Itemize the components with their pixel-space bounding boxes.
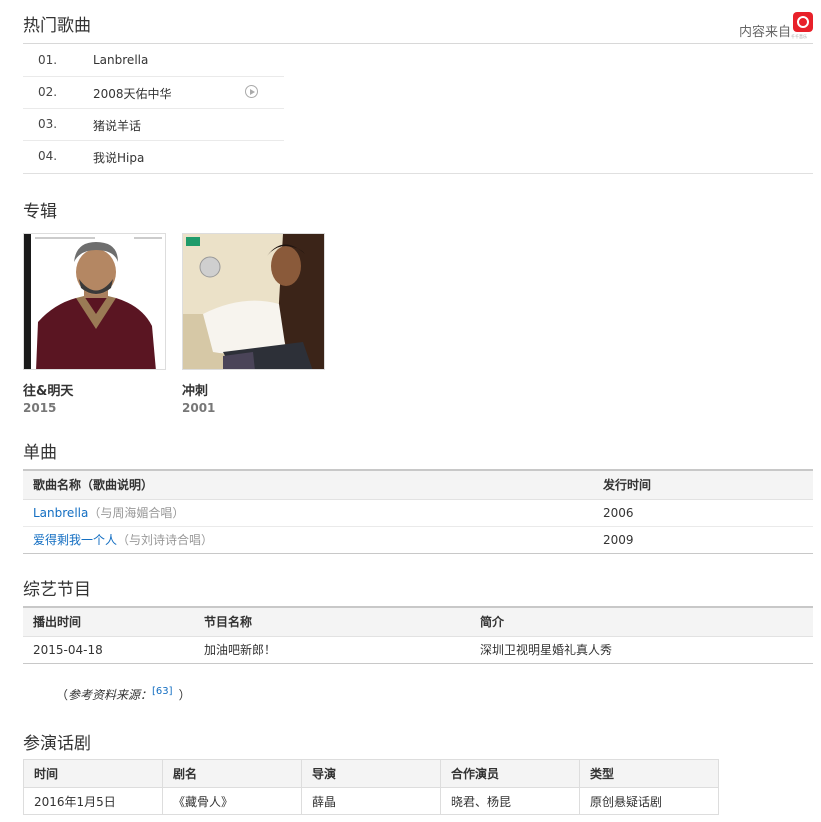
album-cover-image [183,234,324,369]
hot-song-number: 04. [38,149,58,163]
song-link[interactable]: Lanbrella [33,506,88,520]
play-icon[interactable] [245,85,258,98]
hot-song-name[interactable]: Lanbrella [93,53,148,67]
ref-open: （ [56,688,69,702]
program-name: 加油吧新郎！ [204,643,277,657]
table-header-row: 播出时间 节目名称 简介 [23,607,813,636]
table-row: 2015-04-18 加油吧新郎！ 深圳卫视明星婚礼真人秀 [23,636,813,663]
song-note: （与刘诗诗合唱） [117,533,214,547]
drama-actors: 晓君、杨昆 [440,787,580,815]
hot-song-number: 02. [38,85,58,99]
albums-title: 专辑 [23,202,57,222]
column-header: 类型 [579,759,719,788]
drama-date: 2016年1月5日 [23,787,163,815]
table-header-row: 时间 剧名 导演 合作演员 类型 [23,759,719,788]
album-cover-image [24,234,165,369]
column-header: 发行时间 [603,478,652,493]
variety-title: 综艺节目 [23,580,91,600]
air-date: 2015-04-18 [33,642,103,657]
hot-song-name[interactable]: 猪说羊话 [93,117,141,134]
table-row: 爱得剩我一个人（与刘诗诗合唱） 2009 [23,526,813,553]
table-row: 2016年1月5日 《藏骨人》 薛晶 晓君、杨昆 原创悬疑话剧 [23,787,719,815]
hot-song-number: 03. [38,117,58,131]
program-intro: 深圳卫视明星婚礼真人秀 [480,643,613,657]
hot-song-number: 01. [38,53,58,67]
reference-note: （参考资料来源：[63] ） [56,686,191,703]
hot-song-item[interactable]: 01. Lanbrella [23,44,284,77]
column-header: 播出时间 [33,615,82,630]
drama-name: 《藏骨人》 [162,787,302,815]
hot-song-name[interactable]: 我说Hipa [93,149,144,166]
hot-song-name[interactable]: 2008天佑中华 [93,85,172,102]
song-link[interactable]: 爱得剩我一个人 [33,533,117,547]
drama-type: 原创悬疑话剧 [579,787,719,815]
column-header: 导演 [301,759,441,788]
ref-label: 参考资料来源： [68,688,153,702]
release-year: 2006 [603,505,634,520]
reference-link[interactable]: [63] [152,686,173,697]
album-cover[interactable] [182,233,325,370]
divider [23,173,813,174]
qianqian-logo-icon[interactable] [793,12,813,32]
column-header: 歌曲名称（歌曲说明） [33,478,154,493]
variety-table: 播出时间 节目名称 简介 2015-04-18 加油吧新郎！ 深圳卫视明星婚礼真… [23,606,813,664]
hot-songs-title: 热门歌曲 [23,16,91,36]
column-header: 时间 [23,759,163,788]
release-year: 2009 [603,532,634,547]
logo-caption: 千千音乐 [791,34,807,39]
column-header: 剧名 [162,759,302,788]
table-header-row: 歌曲名称（歌曲说明） 发行时间 [23,470,813,499]
singles-table: 歌曲名称（歌曲说明） 发行时间 Lanbrella（与周海媚合唱） 2006 爱… [23,469,813,554]
table-row: Lanbrella（与周海媚合唱） 2006 [23,499,813,526]
hot-song-item[interactable]: 04. 我说Hipa [23,140,284,172]
drama-title: 参演话剧 [23,734,91,754]
album-cover[interactable] [23,233,166,370]
column-header: 节目名称 [204,615,253,630]
album-year: 2015 [23,401,57,415]
hot-song-item[interactable]: 03. 猪说羊话 [23,108,284,141]
ref-close: ） [178,688,191,702]
source-label: 内容来自 [739,25,792,40]
column-header: 合作演员 [440,759,580,788]
drama-director: 薛晶 [301,787,441,815]
album-name[interactable]: 冲刺 [182,380,208,399]
singles-title: 单曲 [23,443,57,463]
album-name[interactable]: 往&明天 [23,380,73,399]
column-header: 简介 [480,615,505,630]
drama-table: 时间 剧名 导演 合作演员 类型 2016年1月5日 《藏骨人》 薛晶 晓君、杨… [23,759,719,815]
song-note: （与周海媚合唱） [88,506,185,520]
album-year: 2001 [182,401,216,415]
